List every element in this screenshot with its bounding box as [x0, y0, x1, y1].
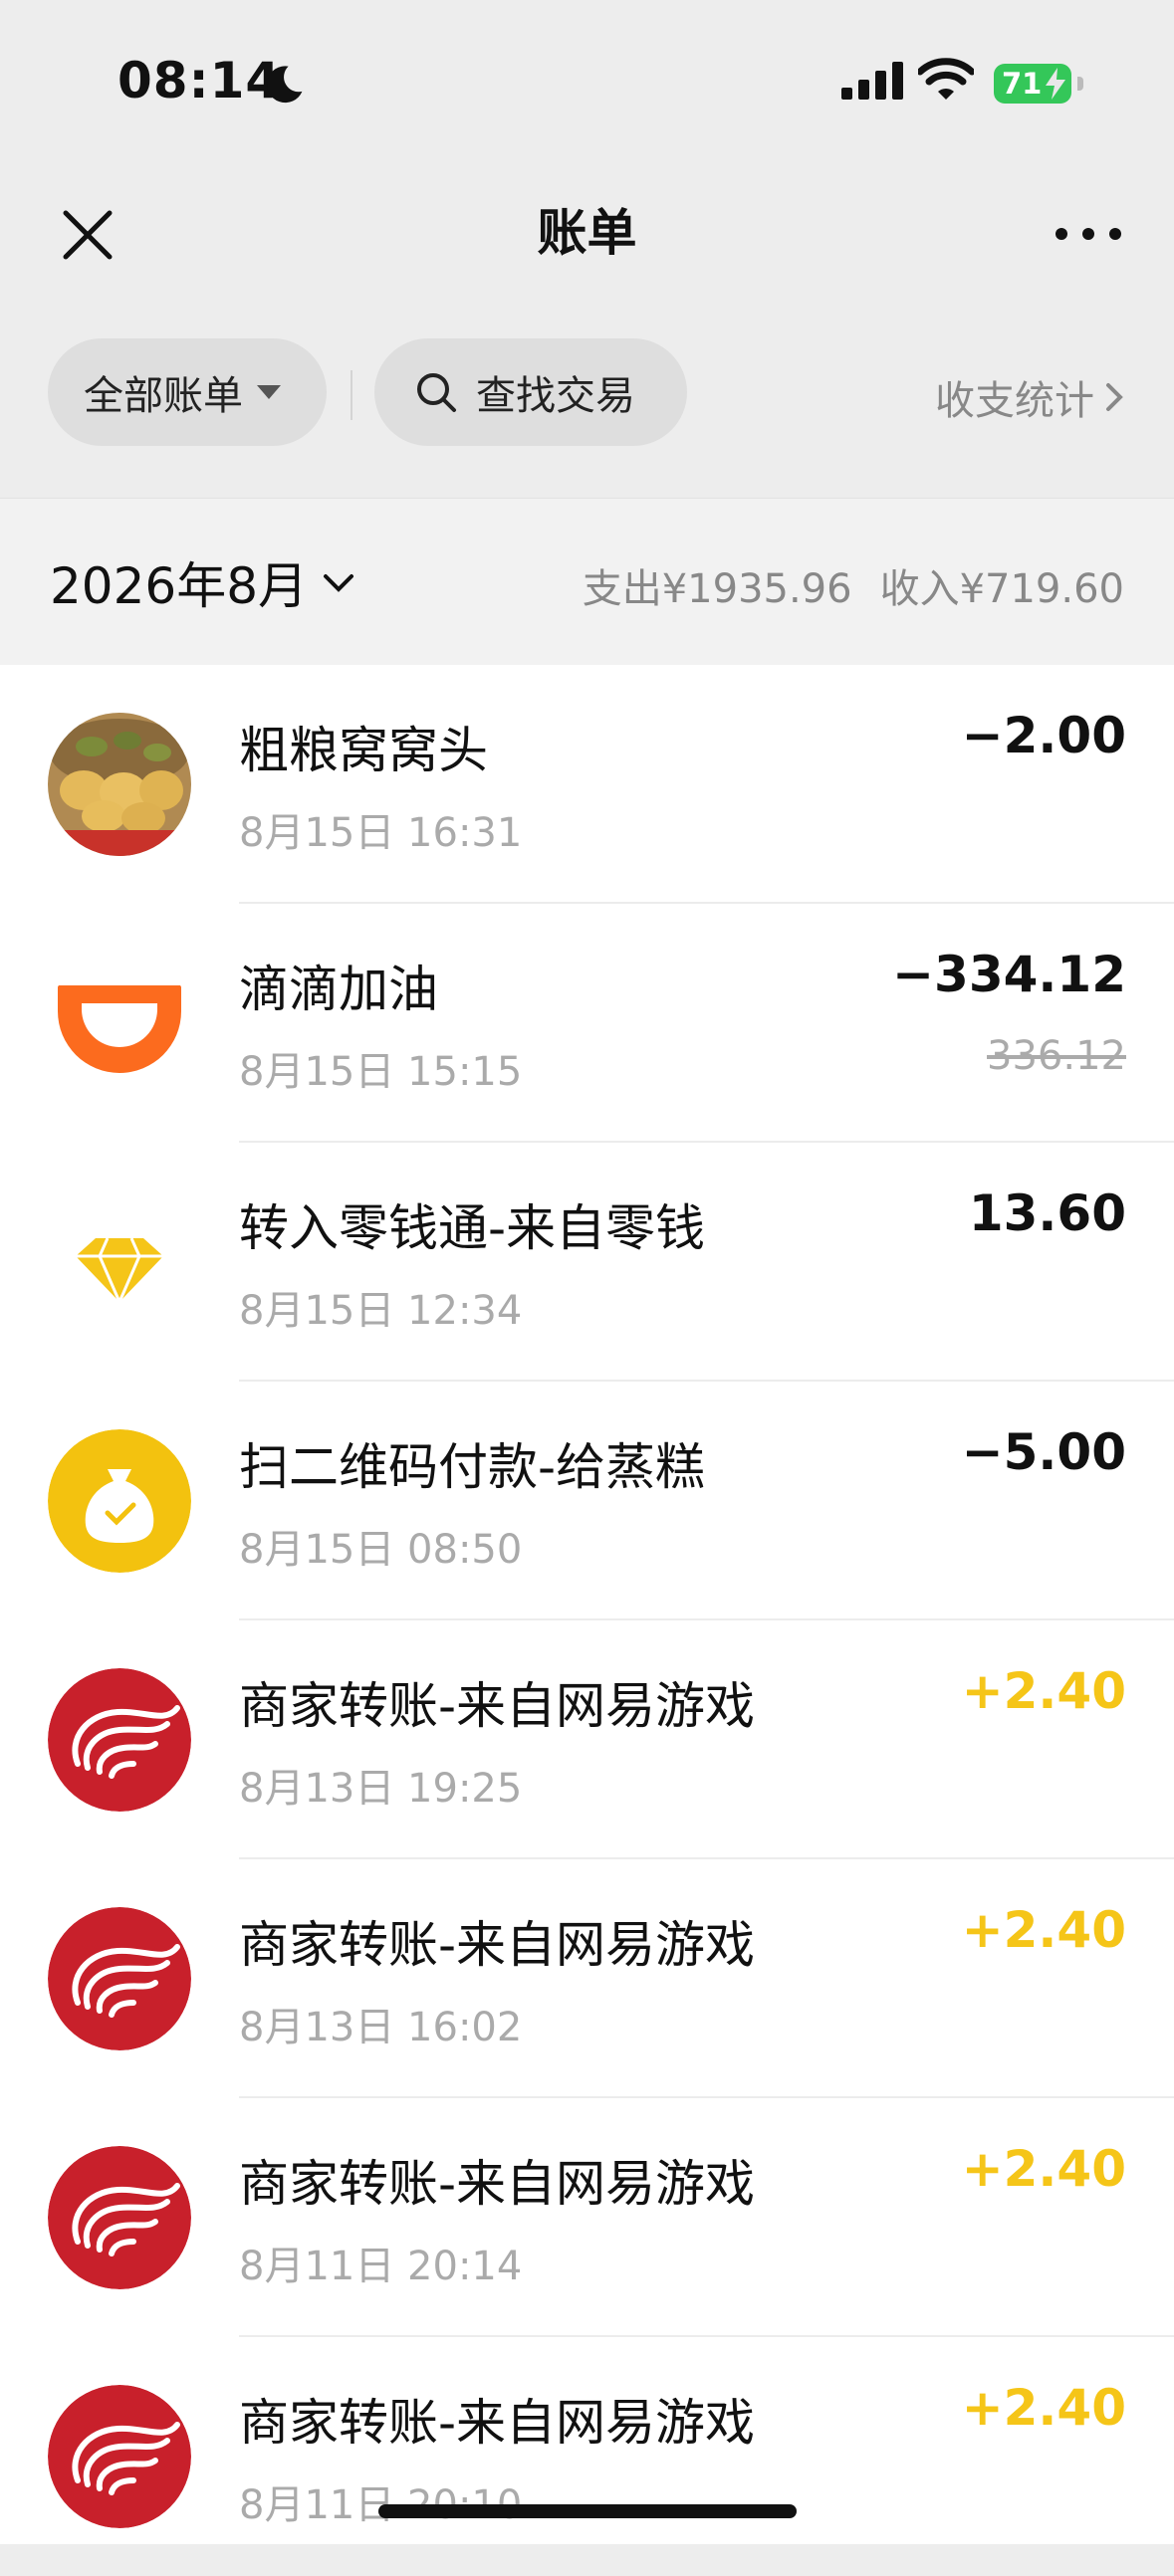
original-amount: 336.12: [987, 1033, 1126, 1079]
battery-level: 71: [1002, 67, 1043, 101]
netease-logo-icon: [48, 1668, 191, 1812]
netease-logo-icon: [48, 1907, 191, 2050]
filter-row: 全部账单 查找交易 收支统计: [0, 334, 1174, 454]
wifi-icon: [918, 58, 974, 100]
search-label: 查找交易: [476, 373, 635, 419]
transaction-title: 转入零钱通-来自零钱: [239, 1199, 706, 1257]
dot-icon: [1056, 228, 1067, 240]
transaction-row[interactable]: 粗粮窝窝头 8月15日 16:31 −2.00: [0, 665, 1174, 904]
transaction-time: 8月15日 08:50: [239, 1527, 523, 1573]
didi-logo-icon: [48, 952, 191, 1095]
transaction-time: 8月11日 20:14: [239, 2244, 523, 2289]
signal-icon: [841, 62, 903, 100]
transaction-list: 粗粮窝窝头 8月15日 16:31 −2.00 滴滴加油 8月15日 15:15…: [0, 665, 1174, 2544]
money-bag-icon: [48, 1429, 191, 1573]
transaction-row[interactable]: 商家转账-来自网易游戏 8月11日 20:14 +2.40: [0, 2098, 1174, 2337]
transaction-title: 滴滴加油: [239, 961, 438, 1018]
transaction-title: 商家转账-来自网易游戏: [239, 2155, 756, 2213]
moon-icon: [267, 66, 303, 104]
transaction-amount: 13.60: [968, 1184, 1126, 1242]
transaction-row[interactable]: 商家转账-来自网易游戏 8月11日 20:10 +2.40: [0, 2337, 1174, 2576]
transaction-amount: +2.40: [961, 1901, 1126, 1959]
income-expense-stats-link[interactable]: 收支统计: [935, 368, 1126, 426]
search-transactions-button[interactable]: 查找交易: [374, 338, 687, 446]
transaction-title: 商家转账-来自网易游戏: [239, 1677, 756, 1735]
transaction-title: 粗粮窝窝头: [239, 722, 488, 779]
month-label: 2026年8月: [50, 557, 309, 615]
transaction-time: 8月15日 15:15: [239, 1049, 523, 1095]
income-total: 收入¥719.60: [879, 566, 1124, 612]
status-time: 08:14: [117, 52, 282, 109]
divider: [351, 370, 352, 420]
transaction-row[interactable]: 扫二维码付款-给蒸糕 8月15日 08:50 −5.00: [0, 1382, 1174, 1620]
diamond-icon: [48, 1190, 191, 1334]
search-icon: [417, 373, 456, 412]
netease-logo-icon: [48, 2146, 191, 2289]
transaction-row[interactable]: 商家转账-来自网易游戏 8月13日 16:02 +2.40: [0, 1859, 1174, 2098]
transaction-time: 8月11日 20:10: [239, 2482, 522, 2528]
transaction-amount: −2.00: [961, 707, 1126, 764]
stats-label: 收支统计: [935, 378, 1094, 424]
transaction-amount: +2.40: [961, 2379, 1126, 2437]
food-photo-icon: [48, 713, 191, 856]
transaction-amount: −334.12: [892, 946, 1126, 1003]
battery-tip: [1077, 77, 1083, 91]
transaction-time: 8月13日 19:25: [239, 1766, 523, 1812]
nav-bar: 账单: [0, 169, 1174, 319]
transaction-title: 商家转账-来自网易游戏: [239, 2394, 756, 2452]
transaction-time: 8月15日 16:31: [239, 810, 523, 856]
month-selector[interactable]: 2026年8月: [50, 546, 355, 618]
transaction-time: 8月13日 16:02: [239, 2005, 523, 2050]
chevron-right-icon: [1106, 383, 1123, 411]
netease-logo-icon: [48, 2385, 191, 2528]
dot-icon: [1109, 228, 1121, 240]
transaction-amount: −5.00: [961, 1423, 1126, 1481]
transaction-title: 扫二维码付款-给蒸糕: [239, 1438, 706, 1496]
month-totals: 支出¥1935.96 收入¥719.60: [583, 556, 1124, 614]
transaction-row[interactable]: 商家转账-来自网易游戏 8月13日 19:25 +2.40: [0, 1620, 1174, 1859]
home-indicator[interactable]: [378, 2504, 797, 2518]
all-bills-label: 全部账单: [84, 373, 243, 419]
caret-down-icon: [257, 385, 281, 399]
transaction-amount: +2.40: [961, 2140, 1126, 2198]
more-options-button[interactable]: [1056, 219, 1121, 249]
expense-total: 支出¥1935.96: [582, 566, 852, 612]
month-summary-bar: 2026年8月 支出¥1935.96 收入¥719.60: [0, 498, 1174, 666]
chevron-down-icon: [324, 574, 354, 592]
transaction-row[interactable]: 滴滴加油 8月15日 15:15 −334.12 336.12: [0, 904, 1174, 1143]
dot-icon: [1082, 228, 1094, 240]
battery-indicator: 71: [994, 64, 1083, 104]
transaction-amount: +2.40: [961, 1662, 1126, 1720]
transaction-time: 8月15日 12:34: [239, 1288, 523, 1334]
status-bar: 08:14 71: [0, 0, 1174, 169]
all-bills-filter-button[interactable]: 全部账单: [48, 338, 327, 446]
transaction-title: 商家转账-来自网易游戏: [239, 1916, 756, 1974]
charging-bolt-icon: [1046, 68, 1065, 100]
page-title: 账单: [537, 204, 637, 262]
transaction-row[interactable]: 转入零钱通-来自零钱 8月15日 12:34 13.60: [0, 1143, 1174, 1382]
